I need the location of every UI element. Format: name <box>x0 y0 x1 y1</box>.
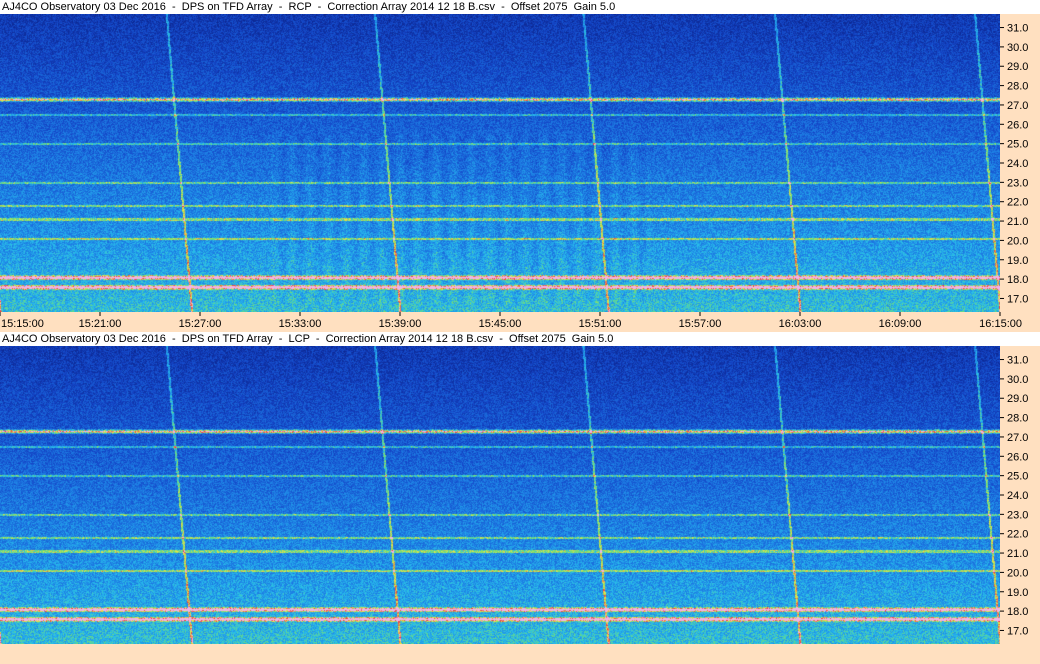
y-tick-label: 18.0 <box>1007 606 1028 618</box>
y-tick-label: 31.0 <box>1007 355 1028 367</box>
y-tick-label: 26.0 <box>1007 119 1028 131</box>
y-tick-label: 24.0 <box>1007 490 1028 502</box>
spectrogram-rcp <box>0 14 1000 312</box>
x-tick-label: 15:57:00 <box>679 318 722 330</box>
y-tick-label: 21.0 <box>1007 548 1028 560</box>
time-axis-empty <box>0 644 1040 664</box>
y-tick-label: 24.0 <box>1007 158 1028 170</box>
y-tick-label: 23.0 <box>1007 177 1028 189</box>
x-tick-label: 16:03:00 <box>779 318 822 330</box>
y-tick-label: 21.0 <box>1007 216 1028 228</box>
x-tick-label: 15:51:00 <box>579 318 622 330</box>
frequency-axis-lcp: 31.0 30.0 29.0 28.0 27.0 26.0 25.0 24.0 23.0 22.0… <box>1000 346 1040 644</box>
y-tick-label: 20.0 <box>1007 235 1028 247</box>
y-tick-label: 27.0 <box>1007 432 1028 444</box>
x-tick-label: 15:33:00 <box>279 318 322 330</box>
panel-title-rcp: AJ4CO Observatory 03 Dec 2016 - DPS on T… <box>0 0 1040 14</box>
y-tick-label: 22.0 <box>1007 529 1028 541</box>
x-tick-label: 15:39:00 <box>379 318 422 330</box>
frequency-axis-rcp: 31.0 30.0 29.0 28.0 27.0 26.0 25.0 24.0 23.0 22.0… <box>1000 14 1040 312</box>
y-tick-label: 22.0 <box>1007 197 1028 209</box>
y-tick-label: 17.0 <box>1007 293 1028 305</box>
spectrogram-lcp <box>0 346 1000 644</box>
frequency-axis-lcp-svg: 31.0 30.0 29.0 28.0 27.0 26.0 25.0 24.0 23.0 22.0… <box>1000 355 1028 637</box>
y-tick-label: 18.0 <box>1007 274 1028 286</box>
y-tick-label: 17.0 <box>1007 625 1028 637</box>
y-tick-label: 28.0 <box>1007 81 1028 93</box>
x-tick-label: 15:21:00 <box>79 318 122 330</box>
y-tick-label: 27.0 <box>1007 100 1028 112</box>
y-tick-label: 29.0 <box>1007 61 1028 73</box>
y-tick-label: 25.0 <box>1007 471 1028 483</box>
y-tick-label: 19.0 <box>1007 587 1028 599</box>
y-tick-label: 28.0 <box>1007 413 1028 425</box>
x-tick-label: 15:27:00 <box>179 318 222 330</box>
y-tick-label: 23.0 <box>1007 509 1028 521</box>
frequency-axis-rcp-svg: 31.0 30.0 29.0 28.0 27.0 26.0 25.0 24.0 23.0 22.0… <box>1000 23 1028 305</box>
panel-title-lcp: AJ4CO Observatory 03 Dec 2016 - DPS on T… <box>0 332 1040 346</box>
spectrogram-lcp-canvas <box>0 346 1000 644</box>
y-tick-label: 25.0 <box>1007 139 1028 151</box>
y-tick-label: 30.0 <box>1007 42 1028 54</box>
y-tick-label: 31.0 <box>1007 23 1028 35</box>
time-axis: 15:15:00 15:21:00 15:27:00 15:33:00 15:39:00… <box>0 312 1040 332</box>
x-tick-label: 16:15:00 <box>979 318 1022 330</box>
x-tick-label: 16:09:00 <box>879 318 922 330</box>
x-tick-label: 15:45:00 <box>479 318 522 330</box>
y-tick-label: 29.0 <box>1007 393 1028 405</box>
x-tick-label: 15:15:00 <box>1 318 44 330</box>
y-tick-label: 19.0 <box>1007 255 1028 267</box>
y-tick-label: 30.0 <box>1007 374 1028 386</box>
time-axis-svg: 15:15:00 15:21:00 15:27:00 15:33:00 15:39:00… <box>0 312 1022 330</box>
y-tick-label: 26.0 <box>1007 451 1028 463</box>
y-tick-label: 20.0 <box>1007 567 1028 579</box>
spectrogram-rcp-canvas <box>0 14 1000 312</box>
